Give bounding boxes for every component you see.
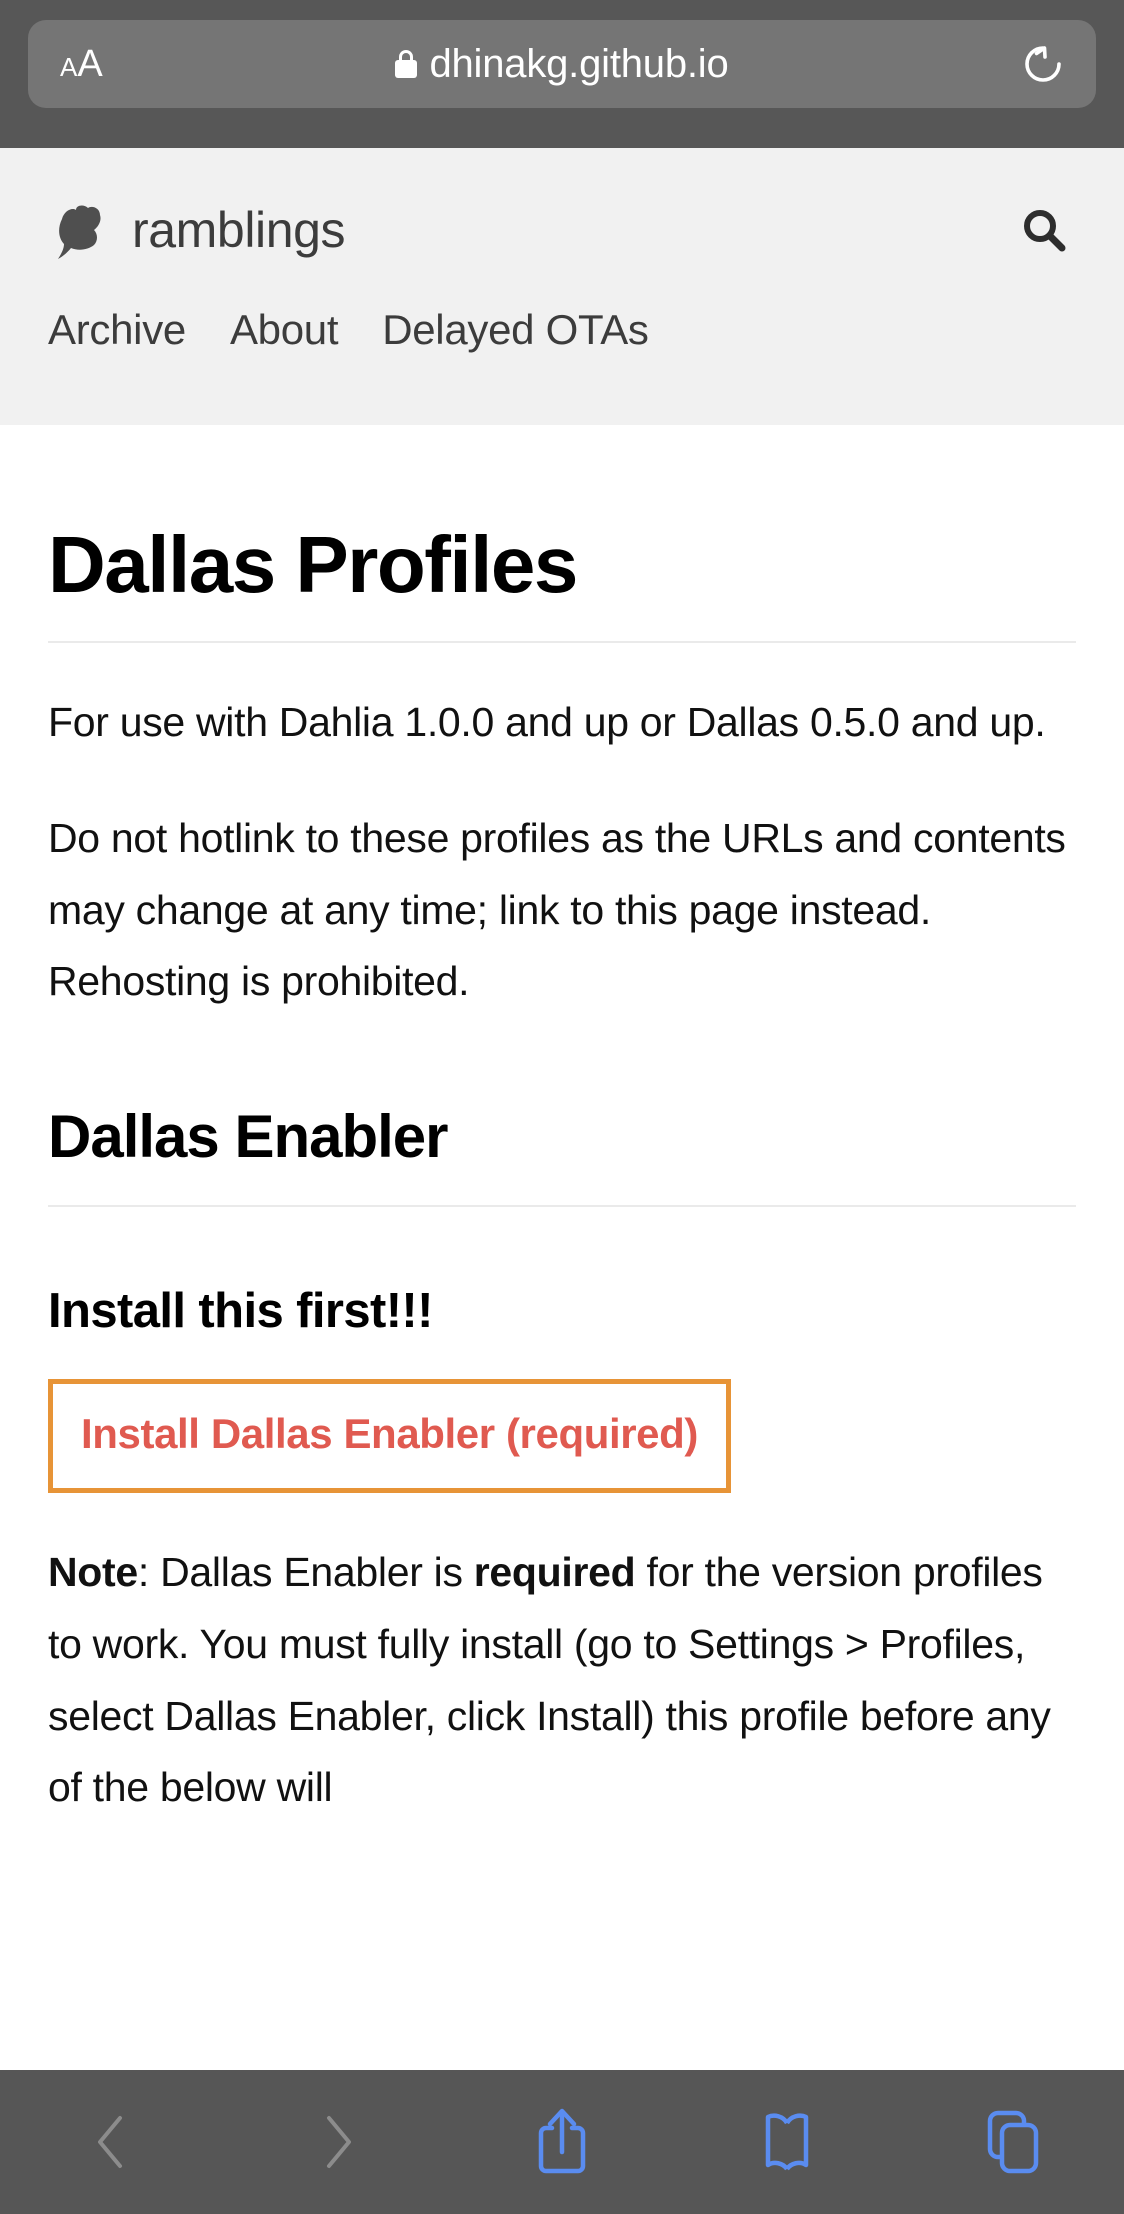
note-label: Note	[48, 1549, 138, 1595]
section-heading-dallas-enabler: Dallas Enabler	[48, 1103, 449, 1170]
chevron-left-icon	[98, 2116, 123, 2168]
bookmarks-button[interactable]	[674, 2070, 899, 2214]
reload-icon	[1025, 46, 1061, 82]
nav-link-archive[interactable]: Archive	[48, 306, 186, 354]
lock-icon	[395, 50, 418, 78]
search-icon	[1024, 210, 1066, 252]
address-bar[interactable]: A A dhinakg.github.io	[28, 20, 1096, 108]
share-icon	[538, 2108, 586, 2174]
install-dallas-enabler-link[interactable]: Install Dallas Enabler (required)	[81, 1410, 698, 1457]
text-size-large-a: A	[77, 42, 103, 85]
note-separator: :	[137, 1549, 161, 1595]
share-button[interactable]	[450, 2070, 675, 2214]
note-paragraph: Note: Dallas Enabler is required for the…	[48, 1537, 1076, 1824]
site-header-top-row: ramblings	[48, 184, 1076, 276]
search-button[interactable]	[1016, 202, 1072, 258]
nav-link-delayed-otas[interactable]: Delayed OTAs	[382, 306, 649, 354]
book-icon	[765, 2113, 809, 2171]
text-size-small-a: A	[60, 51, 78, 82]
intro-paragraph-1: For use with Dahlia 1.0.0 and up or Dall…	[48, 699, 1046, 745]
note-emphasis: required	[473, 1549, 636, 1595]
forward-button[interactable]	[225, 2070, 450, 2214]
title-divider	[48, 641, 1076, 643]
site-title[interactable]: ramblings	[132, 201, 346, 259]
tabs-icon	[987, 2110, 1038, 2174]
intro-paragraph-2: Do not hotlink to these profiles as the …	[48, 814, 1066, 1005]
reload-button[interactable]	[1020, 41, 1066, 87]
subheading-install-first: Install this first!!!	[48, 1284, 433, 1338]
nav-link-about[interactable]: About	[230, 306, 339, 354]
address-bar-content: dhinakg.github.io	[28, 42, 1096, 87]
site-nav: Archive About Delayed OTAs	[48, 306, 1076, 354]
install-callout-box[interactable]: Install Dallas Enabler (required)	[48, 1379, 731, 1493]
tabs-button[interactable]	[899, 2070, 1124, 2214]
back-button[interactable]	[0, 2070, 225, 2214]
ginkgo-leaf-logo-icon[interactable]	[48, 199, 110, 261]
url-text: dhinakg.github.io	[429, 41, 729, 86]
page-title: Dallas Profiles	[48, 520, 578, 609]
page-content: Dallas Profiles For use with Dahlia 1.0.…	[0, 523, 1124, 1824]
chevron-right-icon	[327, 2116, 352, 2168]
site-header: ramblings Archive About Delayed OTAs	[0, 148, 1124, 425]
browser-bottom-toolbar	[0, 2070, 1124, 2214]
note-part-1: Dallas Enabler is	[160, 1549, 474, 1595]
browser-top-chrome: A A dhinakg.github.io	[0, 0, 1124, 148]
text-size-button[interactable]: A A	[60, 43, 103, 86]
section-divider	[48, 1205, 1076, 1207]
